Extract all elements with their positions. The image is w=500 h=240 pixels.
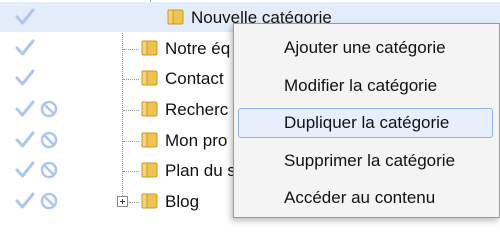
tree-connector [123, 49, 139, 50]
check-icon[interactable] [15, 99, 35, 119]
check-icon[interactable] [15, 160, 35, 180]
tree-connector [123, 110, 139, 111]
check-icon[interactable] [15, 7, 35, 27]
folder-icon [141, 193, 158, 209]
ban-icon[interactable] [40, 131, 58, 149]
ban-icon[interactable] [40, 161, 58, 179]
tree-connector [123, 141, 139, 142]
folder-icon [167, 9, 184, 25]
tree-item-label[interactable]: Recherc [165, 100, 228, 120]
folder-icon [141, 40, 158, 56]
tree-connector [129, 202, 139, 203]
check-icon[interactable] [15, 191, 35, 211]
check-icon[interactable] [15, 68, 35, 88]
tree-connector [123, 171, 139, 172]
menu-item-access-content[interactable]: Accéder au contenu [238, 183, 493, 213]
tree-item-label[interactable]: Blog [165, 192, 199, 212]
tree-item-label[interactable]: Contact [165, 69, 224, 89]
menu-item-edit-category[interactable]: Modifier la catégorie [238, 71, 493, 101]
tree-item-label[interactable]: Notre éq [165, 39, 230, 59]
menu-item-add-category[interactable]: Ajouter une catégorie [238, 33, 493, 63]
folder-icon [141, 101, 158, 117]
context-menu: Ajouter une catégorie Modifier la catégo… [233, 23, 500, 218]
folder-icon [141, 70, 158, 86]
folder-icon [141, 132, 158, 148]
menu-item-delete-category[interactable]: Supprimer la catégorie [238, 146, 493, 176]
plus-icon[interactable] [117, 196, 128, 207]
tree-item-label[interactable]: Plan du s [165, 161, 236, 181]
folder-icon [141, 162, 158, 178]
tree-connector [123, 79, 139, 80]
tree-item-label[interactable]: Mon pro [165, 131, 227, 151]
check-icon[interactable] [15, 130, 35, 150]
ban-icon[interactable] [40, 100, 58, 118]
ban-icon[interactable] [40, 192, 58, 210]
menu-item-duplicate-category[interactable]: Dupliquer la catégorie [238, 108, 493, 138]
check-icon[interactable] [15, 38, 35, 58]
